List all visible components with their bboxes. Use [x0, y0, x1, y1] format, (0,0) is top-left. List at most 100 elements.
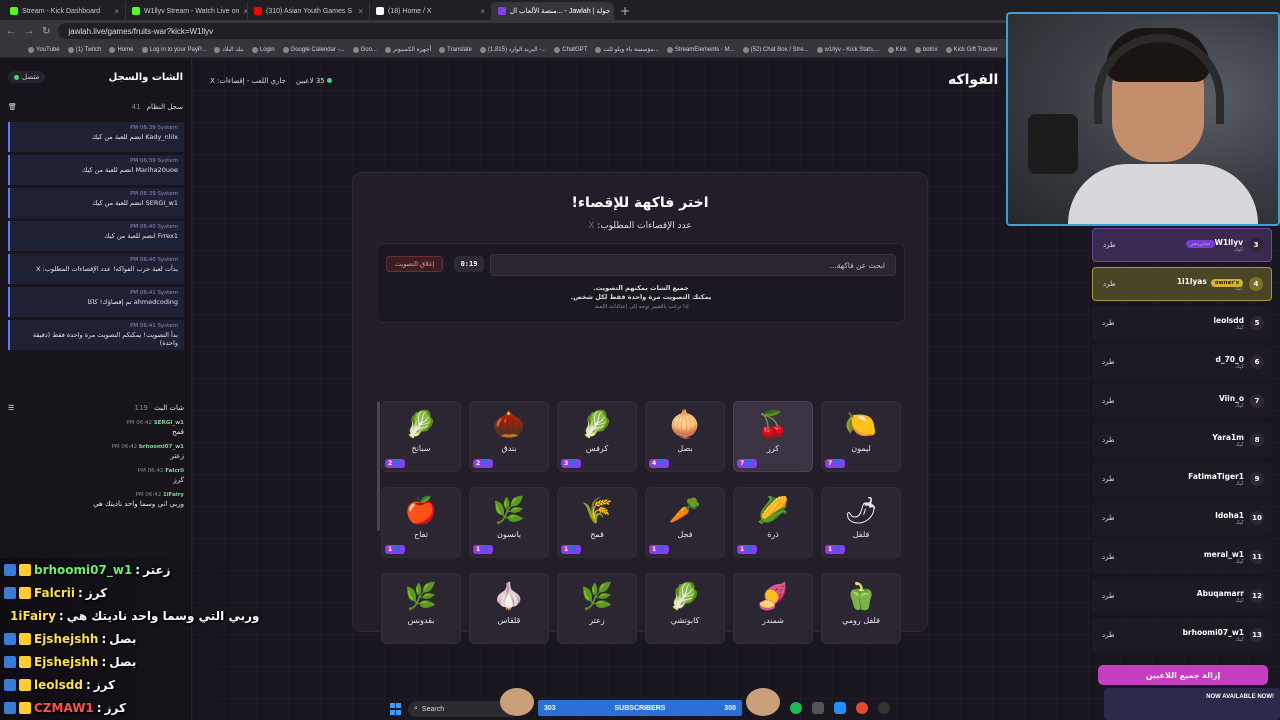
kick-player-button[interactable]: طرد — [1103, 241, 1116, 249]
bookmark-item[interactable]: Home — [109, 46, 134, 53]
browser-tab[interactable]: Stream - Kick Dashboard × — [4, 2, 126, 20]
kick-player-button[interactable]: طرد — [1102, 475, 1115, 483]
bookmark-item[interactable]: Translate — [439, 46, 472, 53]
bookmark-item[interactable]: Kick Gift Tracker — [945, 46, 998, 53]
bookmark-icon — [141, 46, 148, 53]
message-text: قمح — [172, 428, 184, 436]
menu-icon[interactable]: ☰ — [8, 404, 14, 412]
fruit-option[interactable]: 🌶 فلفل 1 👤 — [821, 487, 901, 558]
bookmark-item[interactable]: Google Calendar -... — [282, 46, 345, 53]
bookmark-label: StreamElements - M... — [674, 46, 735, 53]
kick-player-button[interactable]: طرد — [1102, 358, 1115, 366]
kick-player-button[interactable]: طرد — [1102, 553, 1115, 561]
fruit-option[interactable]: 🍒 كرز 7 👤 — [733, 401, 813, 472]
bookmark-item[interactable]: StreamElements - M... — [666, 46, 735, 53]
bookmark-item[interactable]: Login — [251, 46, 275, 53]
player-name: W1llyvستريمر — [1182, 238, 1243, 248]
overlay-sep: : — [58, 608, 64, 623]
message-time: PM 06:42 — [126, 420, 154, 426]
chrome-icon[interactable] — [856, 702, 868, 714]
fruit-option[interactable]: 🥕 فجل 1 👤 — [645, 487, 725, 558]
system-message: PM 06:39 System SERGI_w1 انضم للعبة من كي… — [8, 188, 184, 218]
system-log-title: سجل النظام — [146, 103, 183, 111]
fruit-option[interactable]: 🍠 شمندر — [733, 573, 813, 644]
close-icon[interactable]: × — [358, 7, 363, 16]
player-rank: 10 — [1250, 511, 1264, 525]
fruit-option[interactable]: 🌰 بندق 2 👤 — [469, 401, 549, 472]
bookmark-label: Login — [259, 46, 275, 53]
kick-player-button[interactable]: طرد — [1102, 436, 1115, 444]
overlay-text: كرز — [85, 585, 108, 600]
chat-message: PM 06:42 brhoomi07_w1 زعتر — [8, 444, 184, 460]
fruit-search-input[interactable]: ابحث عن فاكهة... — [490, 254, 896, 276]
player-name-block: FatimaTiger1 كيك — [1188, 472, 1244, 487]
fruit-option[interactable]: 🌿 بقدونس — [381, 573, 461, 644]
kick-player-button[interactable]: طرد — [1102, 319, 1115, 327]
back-icon[interactable]: ← — [6, 26, 16, 37]
bookmark-item[interactable]: Kick — [887, 46, 907, 53]
app-icon[interactable] — [834, 702, 846, 714]
bookmark-item[interactable]: botrix — [914, 46, 938, 53]
fruit-option[interactable]: 🍎 تفاح 1 👤 — [381, 487, 461, 558]
forward-icon[interactable]: → — [24, 26, 34, 37]
bookmark-item[interactable]: YouTube — [28, 46, 60, 53]
fruit-option[interactable]: 🫑 فلفل رومي — [821, 573, 901, 644]
stream-overlay-chat: brhoomi07_w1 : زعتر Falcrii : كرز 1iFairy … — [0, 558, 259, 720]
kick-player-button[interactable]: طرد — [1102, 514, 1115, 522]
browser-tab[interactable]: (18) Home / X × — [370, 2, 492, 20]
overlay-user: CZMAW1 — [34, 700, 94, 715]
fruit-option[interactable]: 🌾 قمح 1 👤 — [557, 487, 637, 558]
fruit-option[interactable]: 🍋 ليمون 7 👤 — [821, 401, 901, 472]
player-info: 8 Yara1m كيك — [1212, 433, 1264, 448]
windows-start-icon[interactable] — [390, 703, 402, 715]
kick-player-button[interactable]: طرد — [1102, 397, 1115, 405]
player-row: طرد 3 W1llyvستريمر كيك — [1092, 228, 1272, 262]
kick-player-button[interactable]: طرد — [1102, 631, 1115, 639]
online-dot-icon — [14, 74, 19, 80]
reload-icon[interactable]: ↻ — [42, 26, 50, 37]
bookmark-item[interactable]: Goo... — [352, 46, 377, 53]
fruit-option[interactable]: 🌽 ذرة 1 👤 — [733, 487, 813, 558]
player-platform: كيك — [1235, 558, 1244, 565]
bookmark-item[interactable]: مؤسسة باء ويلو للت... — [595, 46, 659, 53]
sub-badge-icon — [19, 563, 31, 576]
bookmark-item[interactable]: (1,815) البريد الوارد -... — [479, 46, 546, 53]
close-icon[interactable]: × — [114, 7, 119, 16]
player-info: 6 d_70_0 كيك — [1215, 355, 1264, 370]
fruit-icon: 🥕 — [668, 496, 702, 526]
remove-all-players-button[interactable]: إزالة جميع اللاعبين — [1098, 665, 1268, 685]
obs-icon[interactable] — [878, 702, 890, 714]
tab-title: منصة الألعاب ال... - Jawlah | جولة — [510, 8, 611, 15]
close-icon[interactable]: × — [480, 7, 485, 16]
kick-player-button[interactable]: طرد — [1103, 280, 1116, 288]
bookmark-item[interactable]: (52) Chat Box / Stre... — [742, 46, 809, 53]
fruit-option[interactable]: 🥬 سبانخ 2 👤 — [381, 401, 461, 472]
browser-tab[interactable]: منصة الألعاب ال... - Jawlah | جولة× — [492, 2, 614, 20]
fruit-option[interactable]: 🧅 بصل 4 👤 — [645, 401, 725, 472]
browser-tab[interactable]: W1llyv Stream - Watch Live on × — [126, 2, 248, 20]
new-tab-button[interactable]: + — [614, 4, 636, 20]
player-name: Yara1m — [1212, 432, 1244, 442]
trash-icon[interactable]: 🗑 — [8, 103, 17, 111]
fruit-option[interactable]: 🥬 كرفس 3 👤 — [557, 401, 637, 472]
app-icon[interactable] — [812, 702, 824, 714]
fruit-option[interactable]: 🧄 قلقاس — [469, 573, 549, 644]
overlay-chat-line: 1iFairy : وربي التي وسما واحد ناديتك هي — [0, 604, 259, 627]
fruit-icon: 🥬 — [668, 582, 702, 612]
fruit-label: كابوتشي — [670, 616, 700, 625]
bookmark-item[interactable]: Log in to your PayP... — [141, 46, 206, 53]
close-vote-button[interactable]: إغلاق التصويت — [386, 256, 444, 272]
spotify-icon[interactable] — [790, 702, 802, 714]
fruit-label: كرز — [766, 444, 780, 453]
kick-player-button[interactable]: طرد — [1102, 592, 1115, 600]
bookmark-item[interactable]: w1llyv - Kick Stats,... — [816, 46, 880, 53]
fruit-grid-scrollbar[interactable] — [377, 401, 380, 531]
fruit-option[interactable]: 🌿 زعتر — [557, 573, 637, 644]
bookmark-item[interactable]: أجهزة الكمبيوتر — [384, 46, 431, 53]
bookmark-item[interactable]: بنك البلاد — [214, 46, 244, 53]
fruit-option[interactable]: 🥬 كابوتشي — [645, 573, 725, 644]
bookmark-item[interactable]: (1) Twitch — [67, 46, 101, 53]
fruit-option[interactable]: 🌿 يانسون 1 👤 — [469, 487, 549, 558]
browser-tab[interactable]: (310) Asian Youth Games S × — [248, 2, 370, 20]
bookmark-item[interactable]: ChatGPT — [554, 46, 587, 53]
